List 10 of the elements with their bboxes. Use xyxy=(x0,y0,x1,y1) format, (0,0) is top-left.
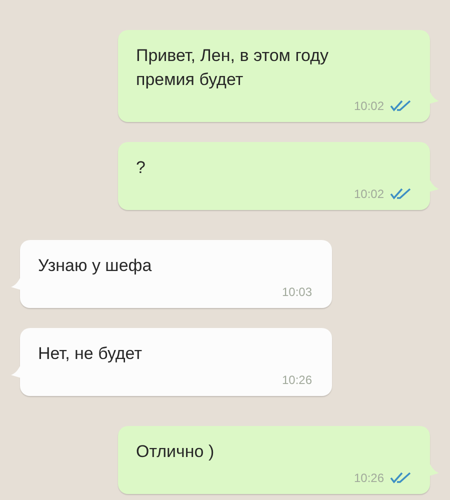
message-time: 10:26 xyxy=(282,372,312,389)
message-time: 10:02 xyxy=(354,98,384,115)
message-text: ? xyxy=(136,157,146,179)
message-time: 10:26 xyxy=(354,470,384,487)
message-text: Отлично ) xyxy=(136,441,216,463)
message-text: Нет, не будет xyxy=(38,343,143,365)
message-time: 10:02 xyxy=(354,186,384,203)
message-text: Привет, Лен, в этом году премия будет xyxy=(136,45,330,91)
message-text: Узнаю у шефа xyxy=(38,255,153,277)
message-time: 10:03 xyxy=(282,284,312,301)
